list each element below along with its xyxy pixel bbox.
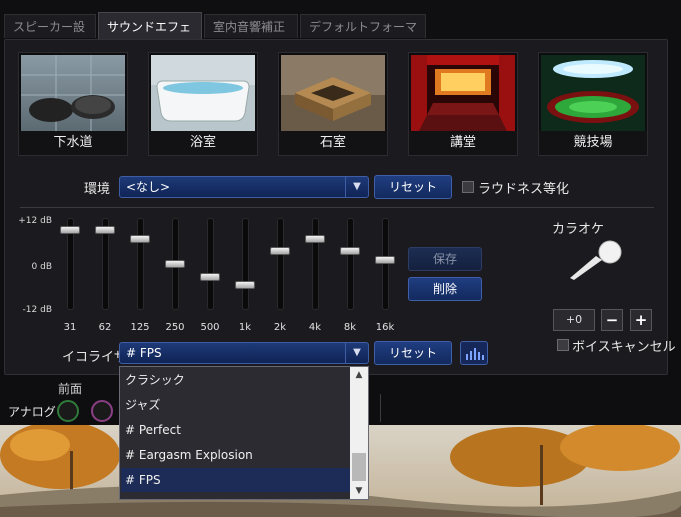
eq-slider-knob[interactable]	[375, 255, 395, 264]
eq-slider-track[interactable]	[207, 218, 214, 310]
bathtub-icon	[151, 55, 255, 131]
chevron-down-icon: ▼	[345, 343, 368, 363]
analog-divider	[380, 394, 381, 422]
env-label: 浴室	[149, 131, 257, 155]
eq-slider-knob[interactable]	[200, 272, 220, 281]
env-tile-bathroom[interactable]: 浴室	[148, 52, 258, 156]
env-tile-stadium[interactable]: 競技場	[538, 52, 648, 156]
green-jack-icon[interactable]	[57, 400, 79, 422]
eq-delete-button[interactable]: 削除	[408, 277, 482, 301]
scroll-up-icon[interactable]: ▲	[350, 367, 368, 383]
chevron-down-icon: ▼	[345, 177, 368, 197]
eq-slider-knob[interactable]	[340, 247, 360, 256]
dropdown-item-eargasm-explosion[interactable]: # Eargasm Explosion	[121, 443, 351, 467]
karaoke-minus-button[interactable]: −	[601, 309, 623, 331]
eq-slider-track[interactable]	[242, 218, 249, 310]
karaoke-plus-button[interactable]: +	[630, 309, 652, 331]
loudness-checkbox[interactable]	[462, 181, 474, 193]
dropdown-item-classic[interactable]: クラシック	[121, 368, 351, 392]
env-tile-stone-room[interactable]: 石室	[278, 52, 388, 156]
eq-frequency-label: 2k	[273, 322, 287, 333]
sewer-drain-icon	[21, 55, 125, 131]
eq-frequency-label: 62	[98, 322, 112, 333]
environment-label: 環境	[84, 182, 111, 197]
env-label: 下水道	[19, 131, 127, 155]
dropdown-item-jazz[interactable]: ジャズ	[121, 393, 351, 417]
bar-graph-icon	[466, 348, 484, 360]
equalizer-preset-value: # FPS	[126, 346, 162, 360]
voice-cancel-label: ボイスキャンセル	[572, 340, 676, 355]
eq-frequency-label: 250	[165, 322, 185, 333]
eq-slider-track[interactable]	[277, 218, 284, 310]
voice-cancel-checkbox[interactable]	[557, 339, 569, 351]
tab-sound-effects[interactable]: サウンドエフェクト	[98, 12, 202, 62]
eq-slider-track[interactable]	[382, 218, 389, 310]
env-tile-auditorium[interactable]: 講堂	[408, 52, 518, 156]
tab-speaker-settings[interactable]: スピーカー設定	[4, 14, 96, 58]
eq-frequency-label: 8k	[343, 322, 357, 333]
eq-slider-knob[interactable]	[165, 260, 185, 268]
eq-db-mid-label: 0 dB	[31, 262, 52, 272]
eq-save-button[interactable]: 保存	[408, 247, 482, 271]
equalizer-label: イコライザ	[62, 350, 128, 365]
scroll-thumb[interactable]	[352, 453, 366, 481]
eq-slider-knob[interactable]	[270, 247, 290, 256]
tab-room-correction[interactable]: 室内音響補正	[204, 14, 298, 38]
environment-select-value: <なし>	[126, 180, 171, 194]
analog-label: アナログ	[8, 405, 56, 419]
dropdown-scrollbar[interactable]: ▲ ▼	[350, 367, 368, 499]
pink-jack-icon[interactable]	[91, 400, 113, 422]
eq-frequency-label: 16k	[375, 322, 395, 333]
env-label: 講堂	[409, 131, 517, 155]
equalizer-preset-dropdown: クラシック ジャズ # Perfect # Eargasm Explosion …	[119, 366, 369, 500]
eq-frequency-label: 4k	[308, 322, 322, 333]
stadium-icon	[541, 55, 645, 131]
env-label: 石室	[279, 131, 387, 155]
eq-slider-knob[interactable]	[60, 226, 80, 235]
eq-frequency-label: 500	[200, 322, 220, 333]
eq-slider-track[interactable]	[312, 218, 319, 310]
eq-frequency-label: 125	[130, 322, 150, 333]
loudness-label: ラウドネス等化	[478, 182, 570, 197]
eq-frequency-label: 31	[63, 322, 77, 333]
equalizer-reset-button[interactable]: リセット	[374, 341, 452, 365]
eq-slider-knob[interactable]	[235, 281, 255, 289]
environment-select[interactable]: <なし> ▼	[119, 176, 369, 198]
equalizer-preset-select[interactable]: # FPS ▼	[119, 342, 369, 364]
scroll-down-icon[interactable]: ▼	[350, 483, 368, 499]
eq-slider-track[interactable]	[137, 218, 144, 310]
front-label: 前面	[58, 382, 83, 396]
eq-slider-knob[interactable]	[130, 234, 150, 243]
eq-slider-knob[interactable]	[95, 226, 115, 235]
karaoke-value: +0	[553, 309, 595, 331]
microphone-icon	[566, 238, 626, 284]
dropdown-item-fps[interactable]: # FPS	[121, 468, 351, 492]
section-divider	[20, 207, 654, 208]
eq-graph-button[interactable]	[460, 341, 488, 365]
eq-db-top-label: +12 dB	[18, 216, 52, 226]
eq-db-bottom-label: -12 dB	[22, 305, 52, 315]
environment-reset-button[interactable]: リセット	[374, 175, 452, 199]
env-tile-sewer[interactable]: 下水道	[18, 52, 128, 156]
eq-slider-knob[interactable]	[305, 234, 325, 243]
stone-room-icon	[281, 55, 385, 131]
eq-slider-track[interactable]	[347, 218, 354, 310]
eq-frequency-label: 1k	[238, 322, 252, 333]
tab-default-format[interactable]: デフォルトフォーマット	[300, 14, 426, 58]
env-label: 競技場	[539, 131, 647, 155]
auditorium-icon	[411, 55, 515, 131]
karaoke-title: カラオケ	[552, 222, 605, 237]
dropdown-item-perfect[interactable]: # Perfect	[121, 418, 351, 442]
